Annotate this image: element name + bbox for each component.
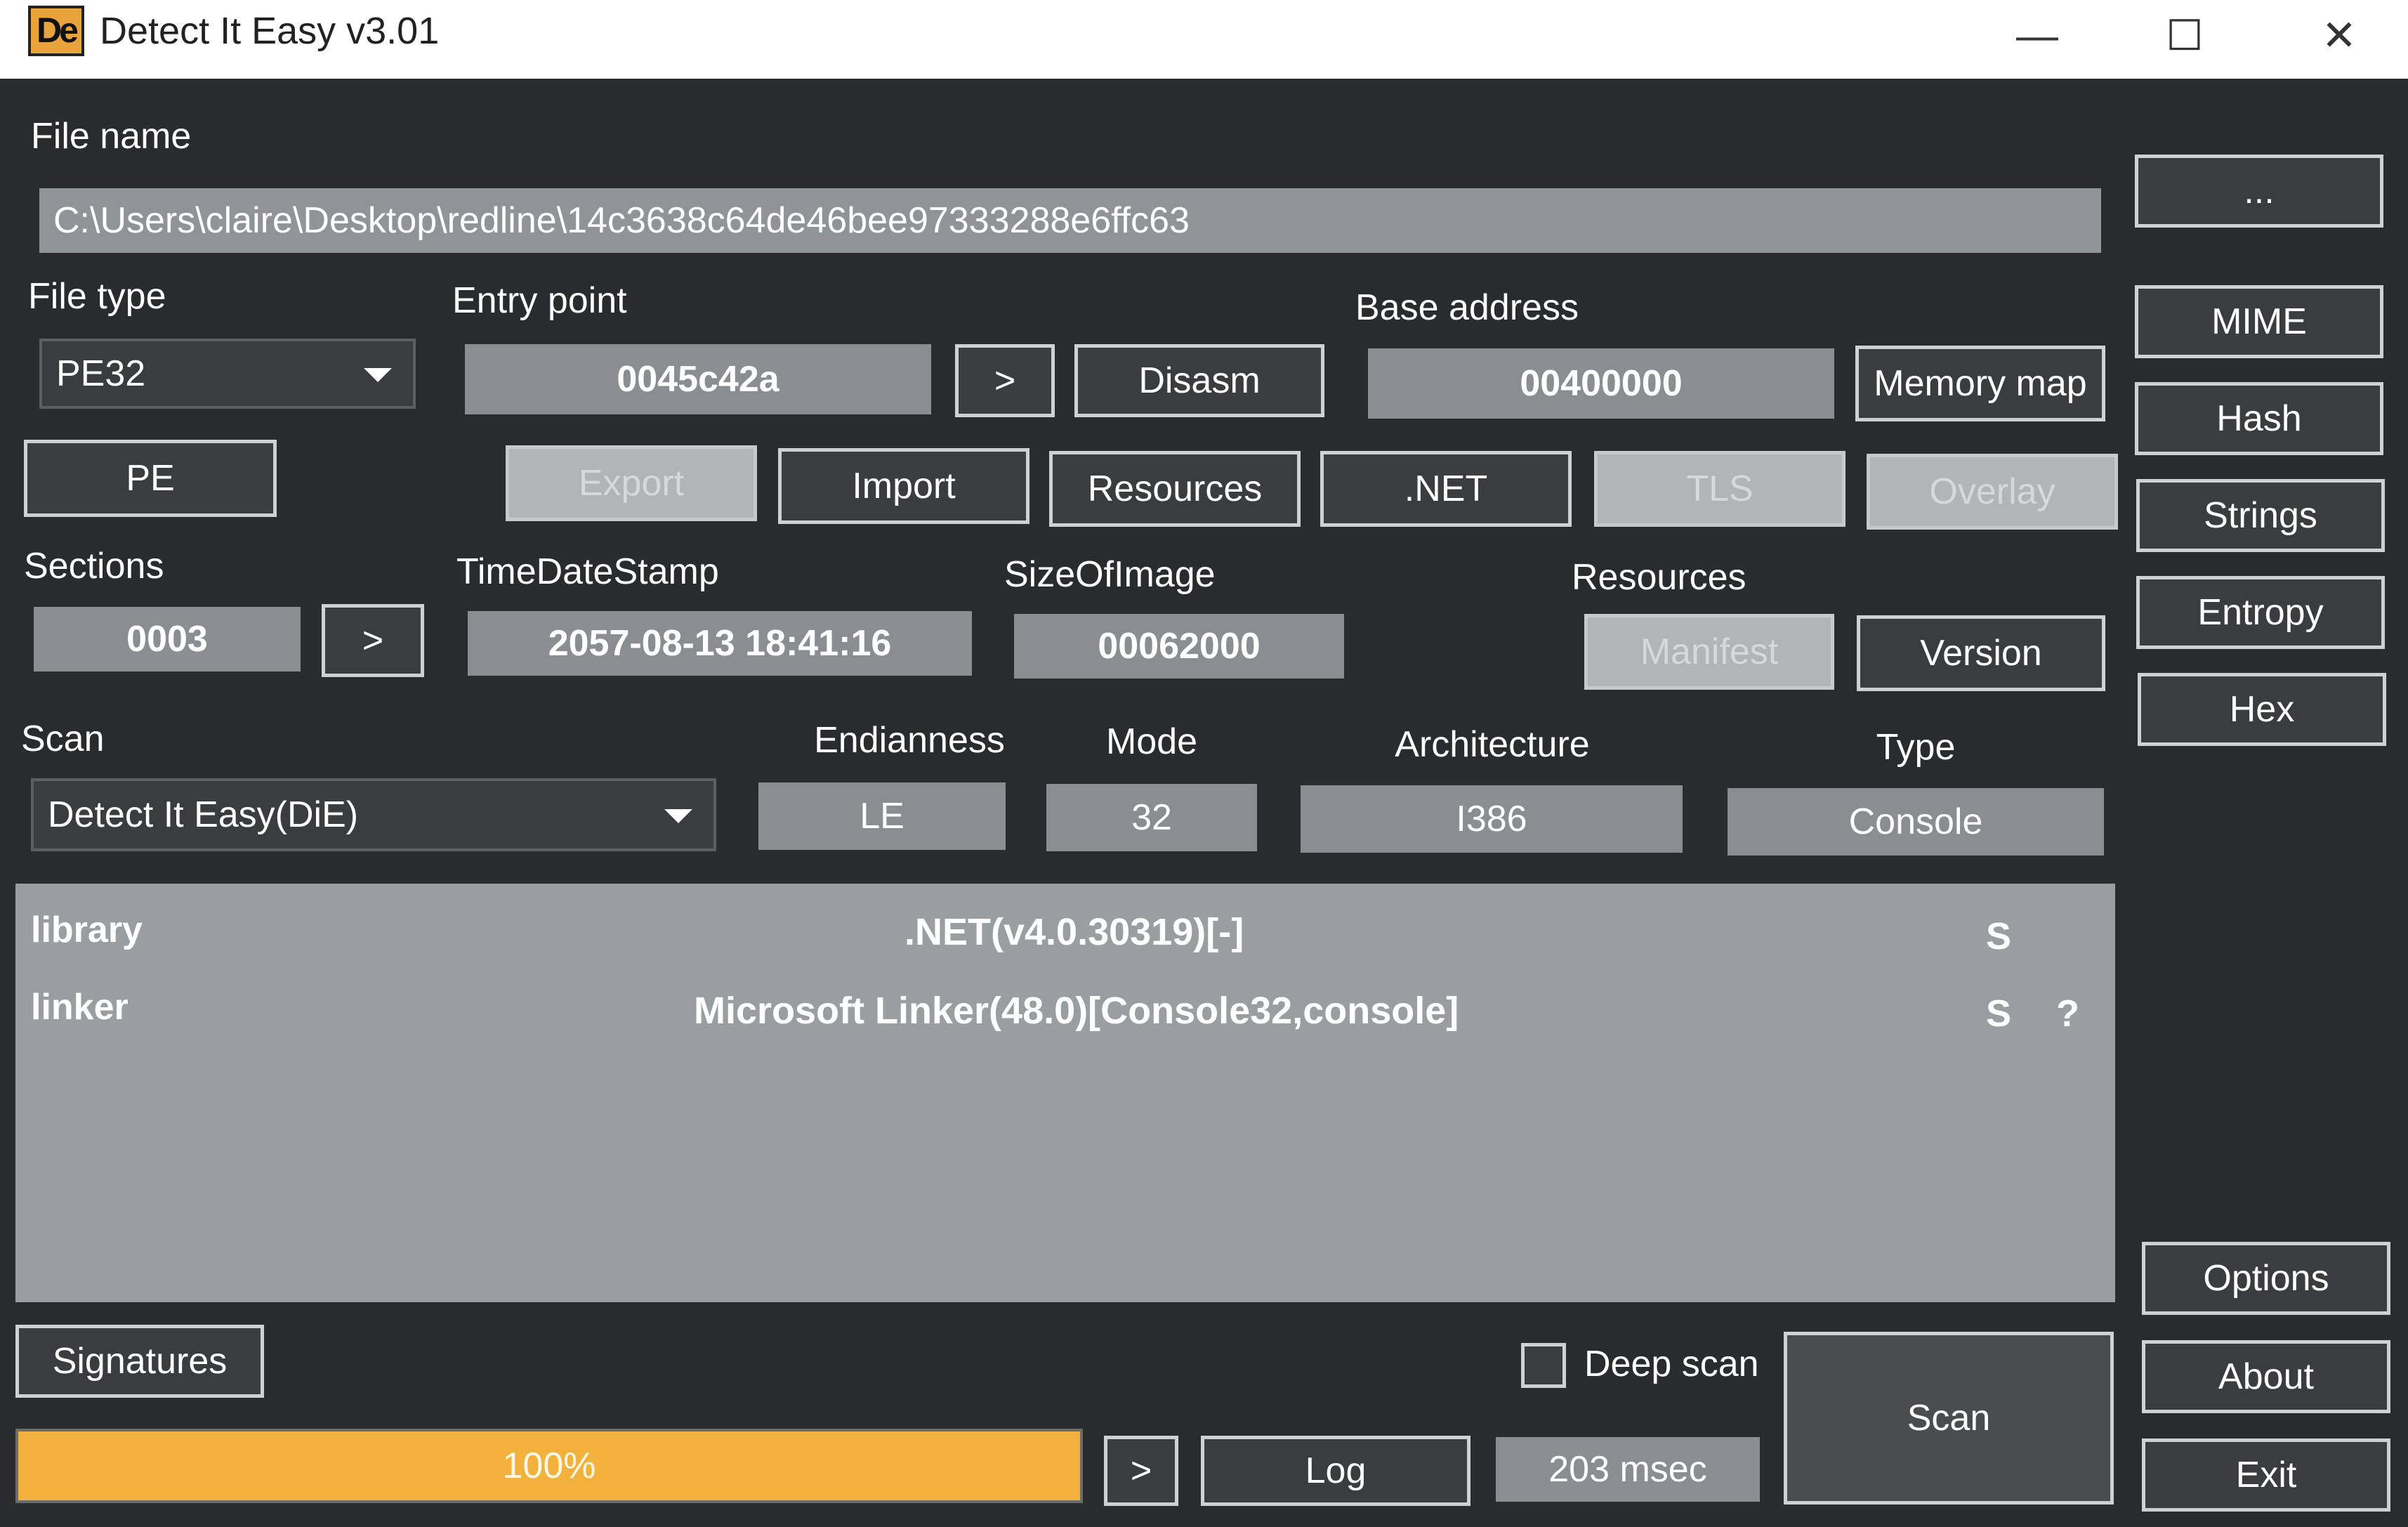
result-info-flag[interactable]: ? (2056, 992, 2079, 1035)
log-button[interactable]: Log (1201, 1436, 1471, 1506)
scan-progress-bar: 100% (15, 1429, 1083, 1503)
hash-button[interactable]: Hash (2135, 382, 2383, 455)
scan-label: Scan (21, 719, 105, 759)
disasm-button[interactable]: Disasm (1074, 344, 1324, 417)
result-name[interactable]: .NET(v4.0.30319)[-] (904, 910, 1244, 954)
sizeofimage-field[interactable]: 00062000 (1014, 614, 1344, 679)
endianness-field[interactable]: LE (758, 782, 1006, 850)
file-type-label: File type (28, 276, 166, 317)
exit-button[interactable]: Exit (2142, 1438, 2390, 1512)
scan-engine-value: Detect It Easy(DiE) (48, 794, 359, 835)
result-signature-flag[interactable]: S (1986, 915, 2011, 958)
version-button[interactable]: Version (1857, 615, 2105, 691)
options-button[interactable]: Options (2142, 1242, 2390, 1315)
timedatestamp-label: TimeDateStamp (456, 551, 719, 592)
memory-map-button[interactable]: Memory map (1855, 346, 2105, 421)
file-type-select[interactable]: PE32 (39, 339, 416, 409)
browse-button[interactable]: ... (2135, 155, 2383, 228)
mode-field[interactable]: 32 (1046, 784, 1257, 851)
export-button[interactable]: Export (506, 445, 757, 521)
sections-field[interactable]: 0003 (34, 607, 301, 671)
type-label: Type (1876, 727, 1956, 768)
strings-button[interactable]: Strings (2136, 479, 2385, 552)
chevron-down-icon (364, 368, 392, 382)
result-type: library (31, 910, 143, 950)
deep-scan-checkbox[interactable] (1521, 1343, 1566, 1388)
about-button[interactable]: About (2142, 1340, 2390, 1413)
maximize-icon[interactable]: ☐ (2132, 4, 2237, 67)
scan-results-list[interactable]: library .NET(v4.0.30319)[-] S linker Mic… (15, 884, 2115, 1302)
hex-button[interactable]: Hex (2138, 673, 2386, 746)
manifest-button[interactable]: Manifest (1584, 614, 1834, 690)
entry-point-field[interactable]: 0045c42a (465, 344, 931, 414)
scan-button[interactable]: Scan (1784, 1332, 2114, 1505)
endianness-label: Endianness (814, 720, 1005, 761)
tls-button[interactable]: TLS (1594, 451, 1846, 527)
sections-go-button[interactable]: > (322, 604, 424, 677)
result-name[interactable]: Microsoft Linker(48.0)[Console32,console… (694, 989, 1459, 1033)
chevron-down-icon (664, 809, 692, 823)
sections-label: Sections (24, 546, 164, 586)
resources-label: Resources (1572, 557, 1746, 598)
file-type-value: PE32 (56, 353, 146, 394)
signatures-button[interactable]: Signatures (15, 1325, 264, 1398)
entry-point-label: Entry point (452, 280, 627, 321)
title-bar: De Detect It Easy v3.01 — ☐ ✕ (0, 0, 2408, 79)
minimize-icon[interactable]: — (1985, 4, 2090, 67)
mode-label: Mode (1105, 721, 1198, 762)
result-type: linker (31, 987, 129, 1028)
elapsed-time-field: 203 msec (1496, 1437, 1760, 1502)
entry-point-go-button[interactable]: > (955, 344, 1055, 417)
net-button[interactable]: .NET (1320, 451, 1572, 527)
architecture-field[interactable]: I386 (1301, 785, 1683, 853)
type-field[interactable]: Console (1728, 788, 2104, 856)
file-path-field[interactable]: C:\Users\claire\Desktop\redline\14c3638c… (39, 188, 2101, 253)
timedatestamp-field[interactable]: 2057-08-13 18:41:16 (468, 611, 972, 676)
progress-go-button[interactable]: > (1104, 1436, 1178, 1506)
architecture-label: Architecture (1395, 724, 1590, 765)
resources-button[interactable]: Resources (1049, 451, 1301, 527)
import-button[interactable]: Import (778, 448, 1029, 524)
pe-button[interactable]: PE (24, 440, 277, 517)
entropy-button[interactable]: Entropy (2136, 576, 2385, 649)
mime-button[interactable]: MIME (2135, 285, 2383, 358)
file-name-label: File name (31, 116, 192, 157)
result-signature-flag[interactable]: S (1986, 992, 2011, 1035)
deep-scan-label: Deep scan (1584, 1344, 1759, 1384)
window-title: Detect It Easy v3.01 (100, 10, 440, 52)
base-address-label: Base address (1355, 287, 1579, 328)
main-window: File name C:\Users\claire\Desktop\redlin… (0, 79, 2408, 1527)
app-icon: De (28, 6, 84, 56)
sizeofimage-label: SizeOfImage (1004, 554, 1216, 595)
overlay-button[interactable]: Overlay (1867, 454, 2118, 530)
base-address-field[interactable]: 00400000 (1368, 348, 1834, 419)
close-icon[interactable]: ✕ (2287, 4, 2392, 67)
scan-engine-select[interactable]: Detect It Easy(DiE) (31, 778, 716, 851)
progress-text: 100% (502, 1446, 596, 1486)
